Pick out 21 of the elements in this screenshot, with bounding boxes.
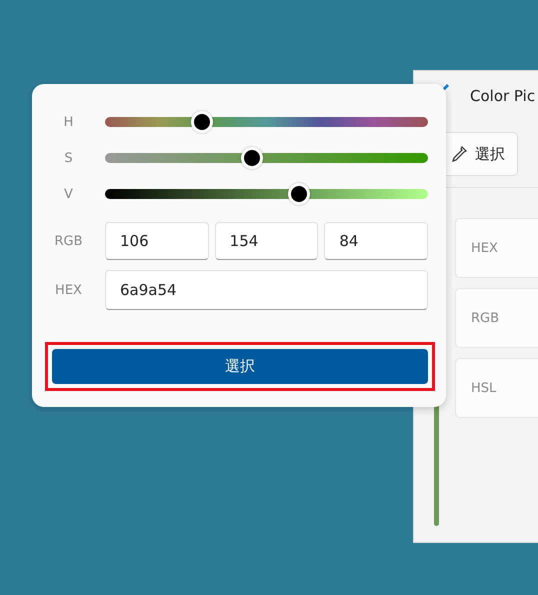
field-label: RGB <box>471 310 500 326</box>
input-field[interactable]: 6a9a54 <box>105 270 428 310</box>
slider-label: H <box>62 114 74 130</box>
slider-label: S <box>63 150 74 166</box>
slider[interactable] <box>105 146 428 170</box>
input-field[interactable]: 106 <box>105 222 209 260</box>
slider-thumb[interactable] <box>190 111 213 133</box>
eyedropper-icon <box>449 144 469 164</box>
window-title: Color Pic <box>470 87 536 105</box>
slider-thumb[interactable] <box>288 183 310 205</box>
field-label: HEX <box>54 282 83 298</box>
field-label: RGB <box>53 234 84 248</box>
field-label: HSL <box>471 380 496 396</box>
slider-label: V <box>63 186 74 202</box>
slider[interactable] <box>105 182 428 206</box>
input-field[interactable]: 154 <box>214 222 318 260</box>
slider-thumb[interactable] <box>240 147 263 169</box>
input-field[interactable]: 84 <box>324 222 428 260</box>
select-button[interactable]: 選択 <box>52 349 428 384</box>
field-label: HEX <box>471 240 498 256</box>
slider[interactable] <box>105 110 428 134</box>
